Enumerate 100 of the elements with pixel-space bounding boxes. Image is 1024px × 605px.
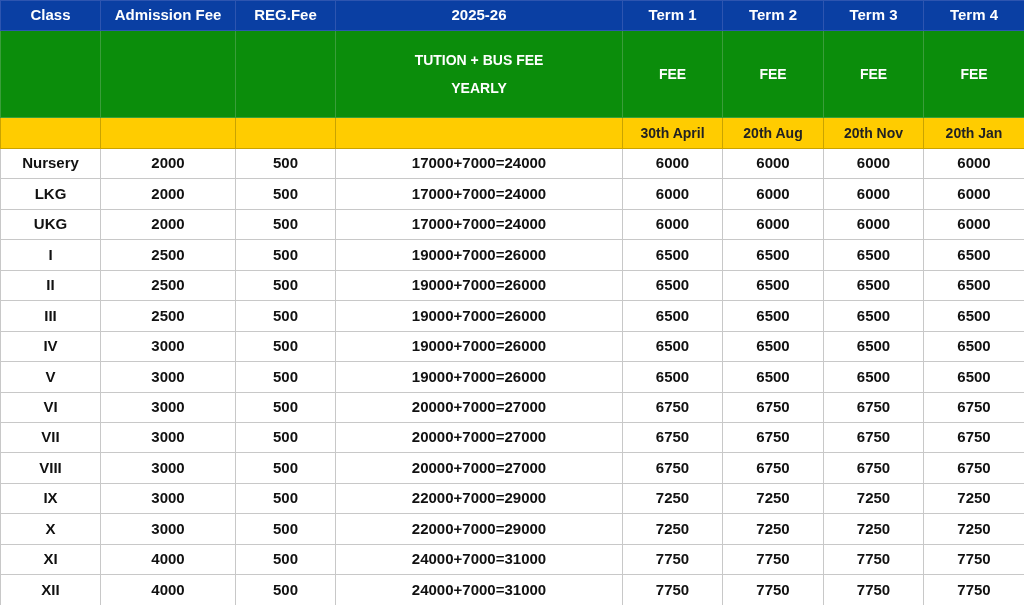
table-cell: 500 — [235, 452, 336, 484]
table-cell: 19000+7000=26000 — [335, 300, 623, 332]
table-cell: 7750 — [722, 544, 824, 575]
table-cell: 6750 — [722, 392, 824, 423]
column-subheading: FEE — [622, 30, 723, 118]
table-cell: 22000+7000=29000 — [335, 483, 623, 514]
table-cell: 6500 — [823, 361, 924, 392]
table-cell: 17000+7000=24000 — [335, 209, 623, 240]
table-cell: 6500 — [622, 239, 723, 271]
table-cell: 7250 — [722, 513, 824, 545]
table-cell: 6500 — [622, 331, 723, 362]
table-cell: 6000 — [722, 148, 824, 179]
table-cell: 6500 — [622, 300, 723, 332]
table-cell: 19000+7000=26000 — [335, 331, 623, 362]
table-cell: 500 — [235, 513, 336, 545]
table-cell: 6500 — [622, 270, 723, 301]
table-cell: VI — [0, 392, 101, 423]
table-cell: X — [0, 513, 101, 545]
table-cell: 6750 — [823, 392, 924, 423]
table-cell: 20000+7000=27000 — [335, 392, 623, 423]
table-cell: 6000 — [722, 209, 824, 240]
table-cell: I — [0, 239, 101, 271]
table-cell: 500 — [235, 483, 336, 514]
table-cell: 7250 — [622, 513, 723, 545]
table-cell: 7250 — [823, 483, 924, 514]
table-cell: 6000 — [823, 148, 924, 179]
table-cell: 17000+7000=24000 — [335, 148, 623, 179]
column-header: Term 3 — [823, 0, 924, 31]
table-cell: V — [0, 361, 101, 392]
table-cell: 6500 — [722, 361, 824, 392]
table-cell: 500 — [235, 331, 336, 362]
column-header: REG.Fee — [235, 0, 336, 31]
table-cell: 20000+7000=27000 — [335, 422, 623, 453]
table-cell: Nursery — [0, 148, 101, 179]
table-cell: 6500 — [823, 239, 924, 271]
table-cell: 3000 — [100, 513, 236, 545]
table-cell: 6000 — [722, 178, 824, 210]
table-cell: 7750 — [823, 544, 924, 575]
table-cell: 2000 — [100, 209, 236, 240]
column-header: Admission Fee — [100, 0, 236, 31]
table-cell: 6500 — [823, 270, 924, 301]
table-cell: 500 — [235, 178, 336, 210]
table-cell: VII — [0, 422, 101, 453]
table-cell: 3000 — [100, 392, 236, 423]
table-cell: 500 — [235, 392, 336, 423]
table-cell: 2500 — [100, 270, 236, 301]
table-cell: 6750 — [622, 422, 723, 453]
table-cell: 6000 — [823, 178, 924, 210]
table-cell: 6750 — [722, 422, 824, 453]
table-cell: 3000 — [100, 361, 236, 392]
table-cell: 6750 — [823, 452, 924, 484]
table-cell: 6000 — [622, 148, 723, 179]
table-cell: 500 — [235, 239, 336, 271]
table-cell: 2500 — [100, 300, 236, 332]
table-cell: 6000 — [622, 209, 723, 240]
table-cell: 4000 — [100, 544, 236, 575]
table-cell: 500 — [235, 270, 336, 301]
table-cell: VIII — [0, 452, 101, 484]
column-subheading: YEARLY — [450, 79, 508, 98]
table-cell: XII — [0, 574, 101, 605]
table-cell: 6000 — [823, 209, 924, 240]
table-cell: XI — [0, 544, 101, 575]
table-cell: 6000 — [622, 178, 723, 210]
table-cell: 500 — [235, 544, 336, 575]
table-cell: 17000+7000=24000 — [335, 178, 623, 210]
table-cell: IV — [0, 331, 101, 362]
table-cell: 3000 — [100, 422, 236, 453]
column-header: Term 4 — [923, 0, 1024, 31]
table-cell: 500 — [235, 422, 336, 453]
table-cell: 20000+7000=27000 — [335, 452, 623, 484]
table-cell: III — [0, 300, 101, 332]
column-subheading: FEE — [722, 30, 824, 118]
due-date: 20th Nov — [823, 117, 924, 149]
table-cell: 7250 — [622, 483, 723, 514]
table-cell: 500 — [235, 148, 336, 179]
column-header: Term 2 — [722, 0, 824, 31]
table-cell: 3000 — [100, 483, 236, 514]
table-cell: 6500 — [823, 300, 924, 332]
column-subheading: FEE — [823, 30, 924, 118]
table-cell: 2500 — [100, 239, 236, 271]
table-cell: 6500 — [722, 270, 824, 301]
table-cell: 19000+7000=26000 — [335, 270, 623, 301]
table-cell: 500 — [235, 209, 336, 240]
table-cell: 6750 — [622, 392, 723, 423]
table-cell: 500 — [235, 361, 336, 392]
table-cell: 19000+7000=26000 — [335, 361, 623, 392]
table-cell: 2000 — [100, 178, 236, 210]
due-date: 30th April — [622, 117, 723, 149]
table-cell: IX — [0, 483, 101, 514]
table-cell: 7750 — [622, 544, 723, 575]
table-cell: 3000 — [100, 331, 236, 362]
table-cell: 22000+7000=29000 — [335, 513, 623, 545]
table-cell: 6750 — [823, 422, 924, 453]
table-cell: 24000+7000=31000 — [335, 544, 623, 575]
table-cell: 3000 — [100, 452, 236, 484]
column-subheading: TUTION + BUS FEE — [413, 51, 545, 70]
table-cell: UKG — [0, 209, 101, 240]
table-cell: 6500 — [722, 239, 824, 271]
table-cell: II — [0, 270, 101, 301]
table-cell: 6500 — [622, 361, 723, 392]
